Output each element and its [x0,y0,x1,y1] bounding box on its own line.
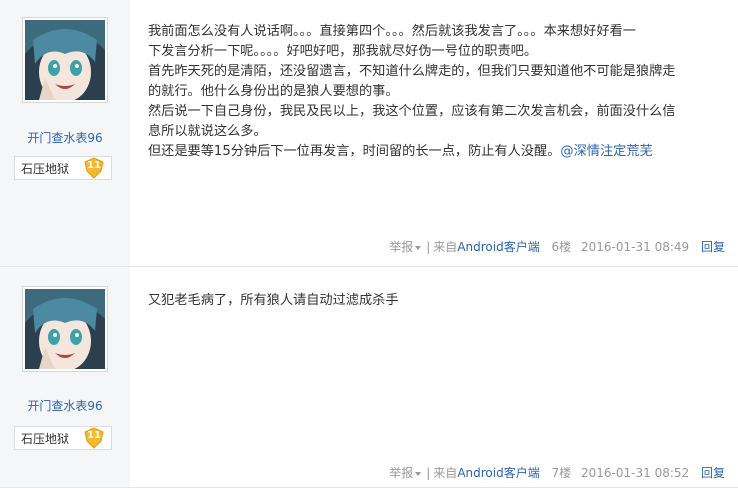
content-line: 又犯老毛病了，所有狼人请自动过滤成杀手 [148,293,399,308]
level-icon: 11 [83,427,105,449]
post-time: 2016-01-31 08:49 [581,240,690,254]
avatar[interactable] [22,17,108,103]
post-content: 又犯老毛病了，所有狼人请自动过滤成杀手 [148,291,714,311]
source-prefix: 来自 [433,240,458,254]
source-link[interactable]: Android客户端 [457,466,539,480]
report-label: 举报 [389,240,414,254]
content-line-last: 但还是要等15分钟后下一位再发言，时间留的长一点，防止有人没醒。@深情注定荒芜 [148,142,714,162]
badge-title: 石压地狱 [21,161,70,176]
member-badge[interactable]: 石压地狱 11 [14,426,112,450]
reply-button[interactable]: 回复 [701,466,725,480]
caret-down-icon [415,245,422,250]
author-sidebar: 开门查水表96 石压地狱 11 [0,0,130,266]
content-line: 我前面怎么没有人说话啊。。。直接第四个。。。然后就该我发言了。。。本来想好好看一 [148,24,636,39]
report-button[interactable]: 举报 [389,240,423,254]
source-prefix: 来自 [433,466,458,480]
username-link[interactable]: 开门查水表96 [0,397,130,414]
caret-down-icon [415,471,422,476]
content-line: 下发言分析一下呢。。。。好吧好吧，那我就尽好伪一号位的职责吧。 [148,44,538,59]
post-content: 我前面怎么没有人说话啊。。。直接第四个。。。然后就该我发言了。。。本来想好好看一… [148,22,714,162]
floor-number: 6楼 [551,240,572,254]
report-button[interactable]: 举报 [389,466,423,480]
post-meta: 举报 | 来自Android客户端 7楼 2016-01-31 08:52 回复 [389,464,725,481]
floor-number: 7楼 [551,466,572,480]
divider: | [426,466,431,480]
author-sidebar: 开门查水表96 石压地狱 11 [0,267,130,487]
content-line: 的就行。他什么身份出的是狼人要想的事。 [148,84,399,99]
reply-button[interactable]: 回复 [701,240,725,254]
mention-link[interactable]: @深情注定荒芜 [560,144,652,159]
report-label: 举报 [389,466,414,480]
level-number: 11 [87,430,101,441]
content-line: 然后说一下自己身份，我民及民以上，我这个位置，应该有第二次发言机会，前面没什么信 [148,104,676,119]
content-text: 但还是要等15分钟后下一位再发言，时间留的长一点，防止有人没醒。 [148,144,561,159]
badge-title: 石压地狱 [21,431,70,446]
post-floor-7: 开门查水表96 石压地狱 11 又犯老毛病了，所有狼人请自动过滤成杀手 举报 | 来… [0,267,738,488]
post-meta: 举报 | 来自Android客户端 6楼 2016-01-31 08:49 回复 [389,238,725,255]
content-line: 首先昨天死的是清陌，还没留遗言，不知道什么牌走的，但我们只要知道他不可能是狼牌走 [148,64,676,79]
divider: | [426,240,431,254]
username-link[interactable]: 开门查水表96 [0,129,130,146]
level-icon: 11 [83,157,105,179]
post-floor-6: 开门查水表96 石压地狱 11 我前面怎么没有人说话啊。。。直接第四个。。。然后… [0,0,738,267]
level-number: 11 [87,160,101,171]
content-line: 息所以就说这么多。 [148,124,267,139]
avatar[interactable] [22,286,108,372]
post-time: 2016-01-31 08:52 [581,466,690,480]
member-badge[interactable]: 石压地狱 11 [14,156,112,180]
source-link[interactable]: Android客户端 [457,240,539,254]
